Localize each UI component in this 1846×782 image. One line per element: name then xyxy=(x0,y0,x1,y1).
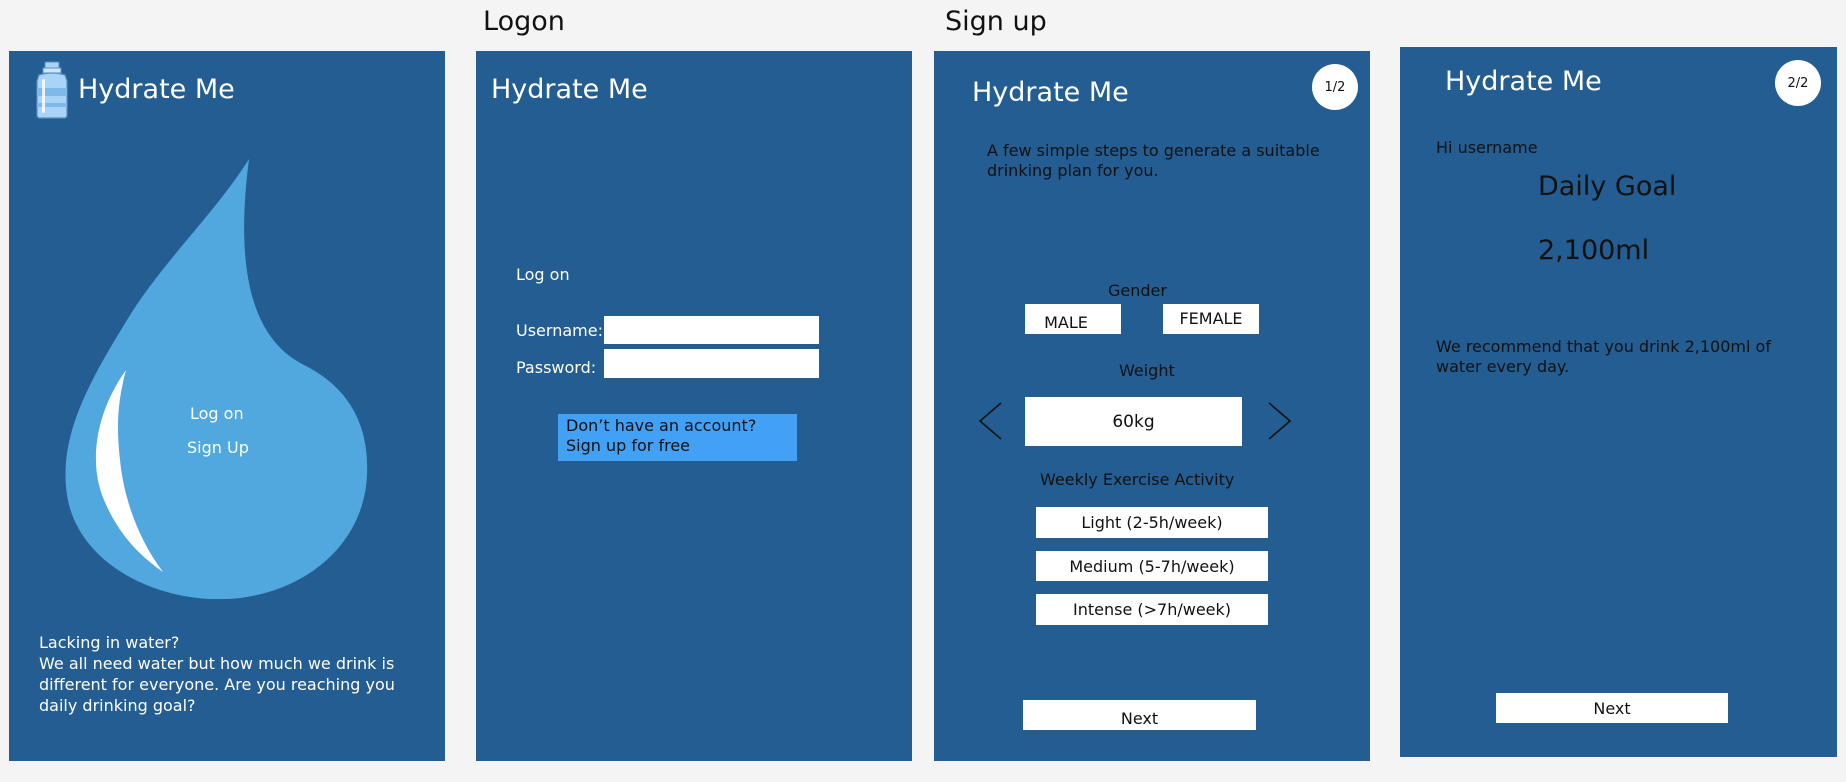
water-bottle-icon xyxy=(36,61,68,119)
signup-section-heading: Sign up xyxy=(945,6,1047,37)
exercise-light-option[interactable]: Light (2-5h/week) xyxy=(1036,507,1268,538)
app-title: Hydrate Me xyxy=(1445,66,1602,97)
gender-male-button[interactable]: MALE xyxy=(1025,304,1121,334)
signup-prompt-line2: Sign up for free xyxy=(566,436,690,455)
logon-heading: Log on xyxy=(516,265,570,284)
tagline-body: We all need water but how much we drink … xyxy=(39,654,395,715)
password-input[interactable] xyxy=(604,349,819,378)
tagline-question: Lacking in water? xyxy=(39,633,180,652)
logon-link[interactable]: Log on xyxy=(190,404,244,423)
step-indicator: 1/2 xyxy=(1312,64,1358,110)
logon-section-heading: Logon xyxy=(483,6,565,37)
signup-step2-screen: Hydrate Me 2/2 Hi username Daily Goal 2,… xyxy=(1400,47,1837,757)
water-drop-icon xyxy=(65,159,368,599)
app-title: Hydrate Me xyxy=(972,77,1129,108)
username-label: Username: xyxy=(516,321,603,340)
next-button[interactable]: Next xyxy=(1023,700,1256,730)
gender-label: Gender xyxy=(1108,281,1167,300)
exercise-medium-option[interactable]: Medium (5-7h/week) xyxy=(1036,551,1268,581)
gender-female-button[interactable]: FEMALE xyxy=(1163,304,1259,334)
app-title: Hydrate Me xyxy=(78,74,235,105)
signup-prompt-button[interactable]: Don’t have an account? Sign up for free xyxy=(558,414,797,461)
tagline: Lacking in water? We all need water but … xyxy=(39,632,399,716)
signup-link[interactable]: Sign Up xyxy=(187,438,249,457)
username-input[interactable] xyxy=(604,316,819,344)
signup-intro: A few simple steps to generate a suitabl… xyxy=(987,141,1320,180)
greeting: Hi username xyxy=(1436,138,1538,157)
logon-screen: Hydrate Me Log on Username: Password: Do… xyxy=(476,51,912,761)
daily-goal-value: 2,100ml xyxy=(1538,235,1650,266)
exercise-intense-option[interactable]: Intense (>7h/week) xyxy=(1036,594,1268,625)
chevron-right-icon[interactable] xyxy=(1265,401,1293,441)
recommendation-text: We recommend that you drink 2,100ml of w… xyxy=(1436,337,1771,376)
next-button[interactable]: Next xyxy=(1496,693,1728,723)
signup-step1-screen: Hydrate Me 1/2 A few simple steps to gen… xyxy=(934,51,1370,761)
signup-prompt-line1: Don’t have an account? xyxy=(566,416,757,435)
password-label: Password: xyxy=(516,358,597,377)
welcome-screen: Hydrate Me Log on Sign Up Lacking in wat… xyxy=(9,51,445,761)
chevron-left-icon[interactable] xyxy=(977,401,1005,441)
daily-goal-title: Daily Goal xyxy=(1538,171,1677,202)
app-title: Hydrate Me xyxy=(491,74,648,105)
exercise-label: Weekly Exercise Activity xyxy=(1040,470,1235,489)
step-indicator: 2/2 xyxy=(1775,60,1821,106)
weight-value[interactable]: 60kg xyxy=(1025,397,1242,446)
weight-label: Weight xyxy=(1119,361,1175,380)
